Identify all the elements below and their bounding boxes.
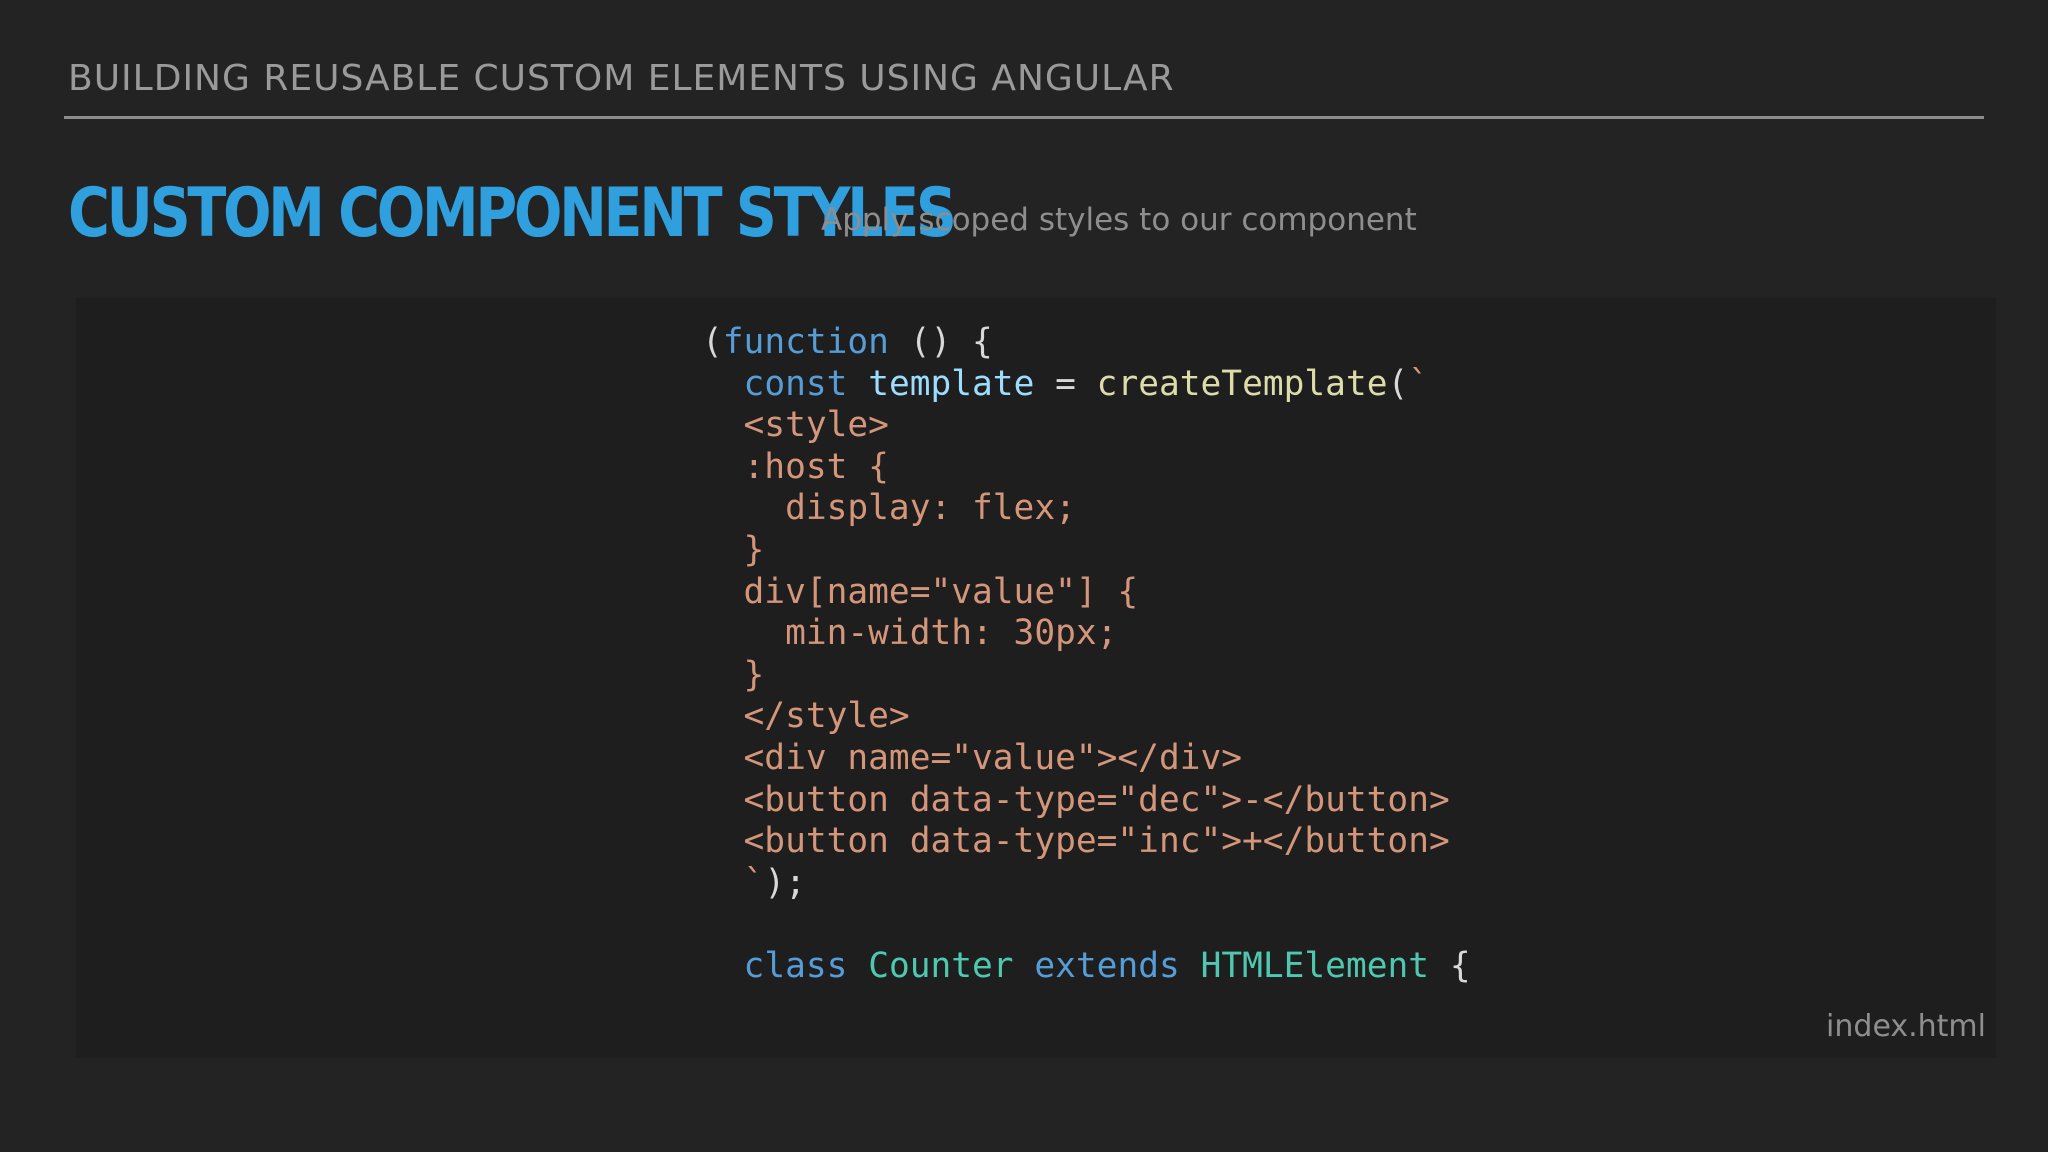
code-string: <style> (702, 405, 889, 446)
code-punctuation: ( (1387, 363, 1409, 404)
code-string: } (702, 529, 765, 570)
file-name-label: index.html (1826, 1009, 1986, 1044)
code-line: <button data-type="dec">-</button> (702, 780, 1471, 822)
code-keyword: function (722, 322, 889, 362)
code-string: <div name="value"></div> (702, 737, 1243, 778)
code-string: display: flex; (702, 488, 1076, 529)
code-string: min-width: 30px; (702, 613, 1118, 654)
code-class-name: HTMLElement (1200, 945, 1430, 986)
code-line: const template = createTemplate(` (702, 364, 1471, 406)
code-string: <button data-type="dec">-</button> (702, 779, 1450, 820)
code-punctuation: ); (764, 862, 806, 903)
code-punctuation: ( (702, 322, 723, 362)
code-line: :host { (702, 447, 1471, 489)
code-punctuation (1180, 946, 1201, 986)
slide-subtitle: Apply scoped styles to our component (821, 202, 1417, 238)
code-line: </style> (702, 696, 1471, 738)
code-line: <div name="value"></div> (702, 738, 1471, 780)
code-keyword: extends (1034, 945, 1180, 986)
code-punctuation (702, 364, 744, 404)
code-line: min-width: 30px; (702, 613, 1471, 655)
code-punctuation (1014, 946, 1035, 986)
code-string: ` (1408, 363, 1430, 404)
code-line: <style> (702, 405, 1471, 447)
code-punctuation: { (1429, 945, 1471, 986)
code-string: } (702, 654, 765, 695)
code-string: <button data-type="inc">+</button> (702, 821, 1450, 862)
code-punctuation (847, 946, 868, 986)
code-block: (function () { const template = createTe… (702, 322, 1471, 988)
code-punctuation: = (1034, 363, 1097, 404)
code-line: class Counter extends HTMLElement { (702, 946, 1471, 988)
header-divider (64, 116, 1984, 119)
code-variable: template (868, 363, 1035, 404)
code-string: </style> (702, 696, 910, 737)
section-title: BUILDING REUSABLE CUSTOM ELEMENTS USING … (68, 58, 1175, 99)
code-punctuation (847, 364, 868, 404)
code-punctuation (702, 946, 744, 986)
code-line: <button data-type="inc">+</button> (702, 821, 1471, 863)
code-function: createTemplate (1096, 363, 1388, 404)
code-panel: (function () { const template = createTe… (76, 298, 1996, 1058)
code-class-name: Counter (868, 945, 1014, 986)
code-line: (function () { (702, 322, 1471, 364)
code-keyword: const (743, 363, 848, 404)
code-line: } (702, 655, 1471, 697)
code-string: div[name="value"] { (702, 571, 1139, 612)
code-string: :host { (702, 446, 889, 487)
code-string: ` (702, 862, 765, 903)
code-keyword: class (743, 945, 848, 986)
code-line: display: flex; (702, 488, 1471, 530)
code-line: div[name="value"] { (702, 572, 1471, 614)
code-line: `); (702, 863, 1471, 905)
code-line: } (702, 530, 1471, 572)
code-punctuation: () { (888, 322, 993, 362)
